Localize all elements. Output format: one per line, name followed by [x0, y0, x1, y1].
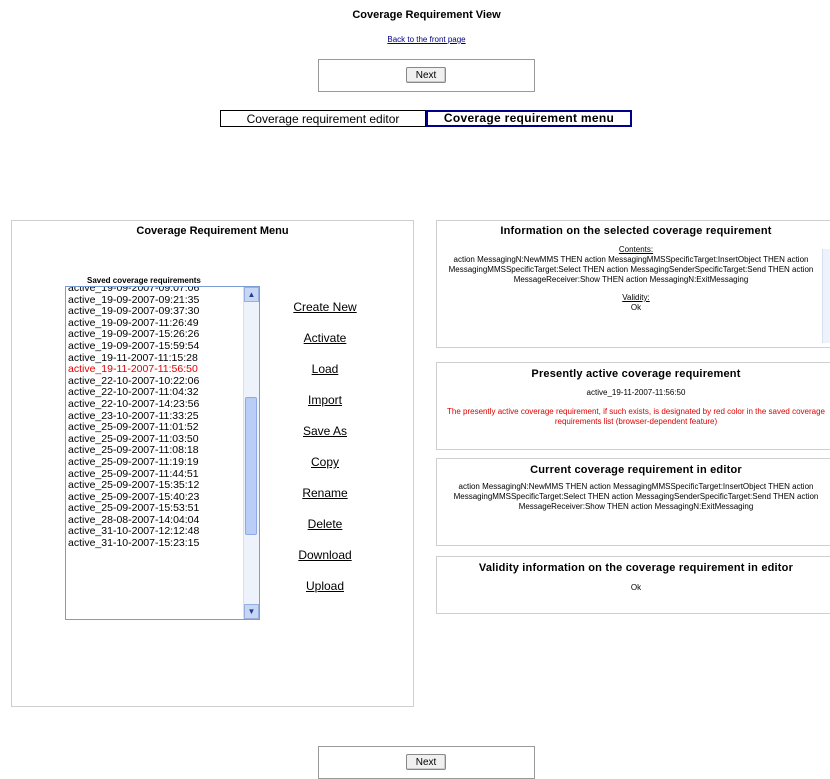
- editor-contents-text: action MessagingN:NewMMS THEN action Mes…: [453, 482, 819, 511]
- save-as-link[interactable]: Save As: [270, 424, 380, 438]
- selected-validity-value: Ok: [630, 303, 642, 312]
- scrollbar-thumb[interactable]: [245, 397, 257, 535]
- page-title: Coverage Requirement View: [352, 9, 501, 21]
- saved-requirements-listbox[interactable]: active_19-09-2007-09:07:06 active_19-09-2…: [65, 286, 260, 620]
- next-button-bottom[interactable]: Next: [406, 754, 446, 770]
- active-requirement-info-box: Presently active coverage requirement ac…: [436, 362, 830, 450]
- editor-info-heading: Current coverage requirement in editor: [530, 464, 742, 476]
- list-item[interactable]: active_22-10-2007-14:23:56: [68, 398, 243, 411]
- next-box-bottom: Next: [318, 746, 535, 779]
- contents-label: Contents:: [618, 245, 654, 254]
- selected-info-heading: Information on the selected coverage req…: [500, 225, 772, 237]
- validity-label: Validity:: [622, 293, 650, 302]
- load-link[interactable]: Load: [270, 362, 380, 376]
- tab-coverage-requirement-editor[interactable]: Coverage requirement editor: [220, 110, 426, 127]
- scroll-up-icon[interactable]: ▲: [244, 287, 259, 302]
- tab-coverage-requirement-menu[interactable]: Coverage requirement menu: [426, 110, 632, 127]
- upload-link[interactable]: Upload: [270, 579, 380, 593]
- validity-info-heading: Validity information on the coverage req…: [478, 562, 794, 574]
- editor-requirement-info-box: Current coverage requirement in editor a…: [436, 458, 830, 546]
- list-item[interactable]: active_19-11-2007-11:56:50: [68, 364, 243, 376]
- list-item[interactable]: active_19-09-2007-15:59:54: [68, 340, 243, 353]
- next-button-top[interactable]: Next: [406, 67, 446, 83]
- copy-link[interactable]: Copy: [270, 455, 380, 469]
- active-requirement-value: active_19-11-2007-11:56:50: [586, 388, 686, 397]
- create-new-link[interactable]: Create New: [270, 300, 380, 314]
- saved-requirements-label: Saved coverage requirements: [87, 276, 201, 285]
- info-scrollbar[interactable]: [822, 249, 830, 343]
- active-info-heading: Presently active coverage requirement: [531, 368, 741, 380]
- rename-link[interactable]: Rename: [270, 486, 380, 500]
- saved-requirements-list: active_19-09-2007-09:07:06 active_19-09-2…: [68, 287, 243, 550]
- listbox-scrollbar[interactable]: ▲ ▼: [243, 287, 259, 619]
- download-link[interactable]: Download: [270, 548, 380, 562]
- active-requirement-note: The presently active coverage requiremen…: [447, 407, 825, 426]
- selected-contents-text: action MessagingN:NewMMS THEN action Mes…: [448, 255, 814, 284]
- next-box-top: Next: [318, 59, 535, 92]
- list-item[interactable]: active_25-09-2007-11:01:52: [68, 422, 243, 434]
- scroll-down-icon[interactable]: ▼: [244, 604, 259, 619]
- validity-info-value: Ok: [630, 583, 642, 592]
- validity-info-box: Validity information on the coverage req…: [436, 556, 830, 614]
- list-item[interactable]: active_25-09-2007-11:19:19: [68, 456, 243, 469]
- menu-panel-heading: Coverage Requirement Menu: [136, 225, 289, 237]
- back-to-front-page-link[interactable]: Back to the front page: [0, 35, 830, 44]
- import-link[interactable]: Import: [270, 393, 380, 407]
- activate-link[interactable]: Activate: [270, 331, 380, 345]
- delete-link[interactable]: Delete: [270, 517, 380, 531]
- selected-requirement-info-box: Information on the selected coverage req…: [436, 220, 830, 348]
- list-item[interactable]: active_25-09-2007-15:35:12: [68, 479, 243, 492]
- list-item[interactable]: active_31-10-2007-15:23:15: [68, 537, 243, 550]
